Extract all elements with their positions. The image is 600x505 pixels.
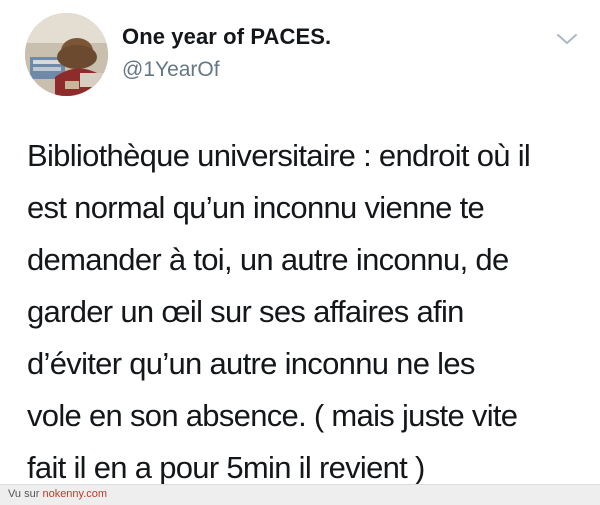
display-name[interactable]: One year of PACES. xyxy=(122,24,331,50)
source-link[interactable]: nokenny.com xyxy=(42,488,107,500)
tweet-text: Bibliothèque universitaire : endroit où … xyxy=(27,138,531,485)
footer-text: Vu sur nokenny.com xyxy=(8,488,107,500)
user-handle[interactable]: @1YearOf xyxy=(122,58,220,82)
watermark-footer: Vu sur nokenny.com xyxy=(0,484,600,505)
chevron-down-icon[interactable] xyxy=(555,30,579,48)
footer-prefix: Vu sur xyxy=(8,488,43,500)
avatar[interactable] xyxy=(25,13,108,96)
tweet-card: One year of PACES. @1YearOf Bibliothèque… xyxy=(0,0,600,485)
avatar-image xyxy=(25,13,108,96)
